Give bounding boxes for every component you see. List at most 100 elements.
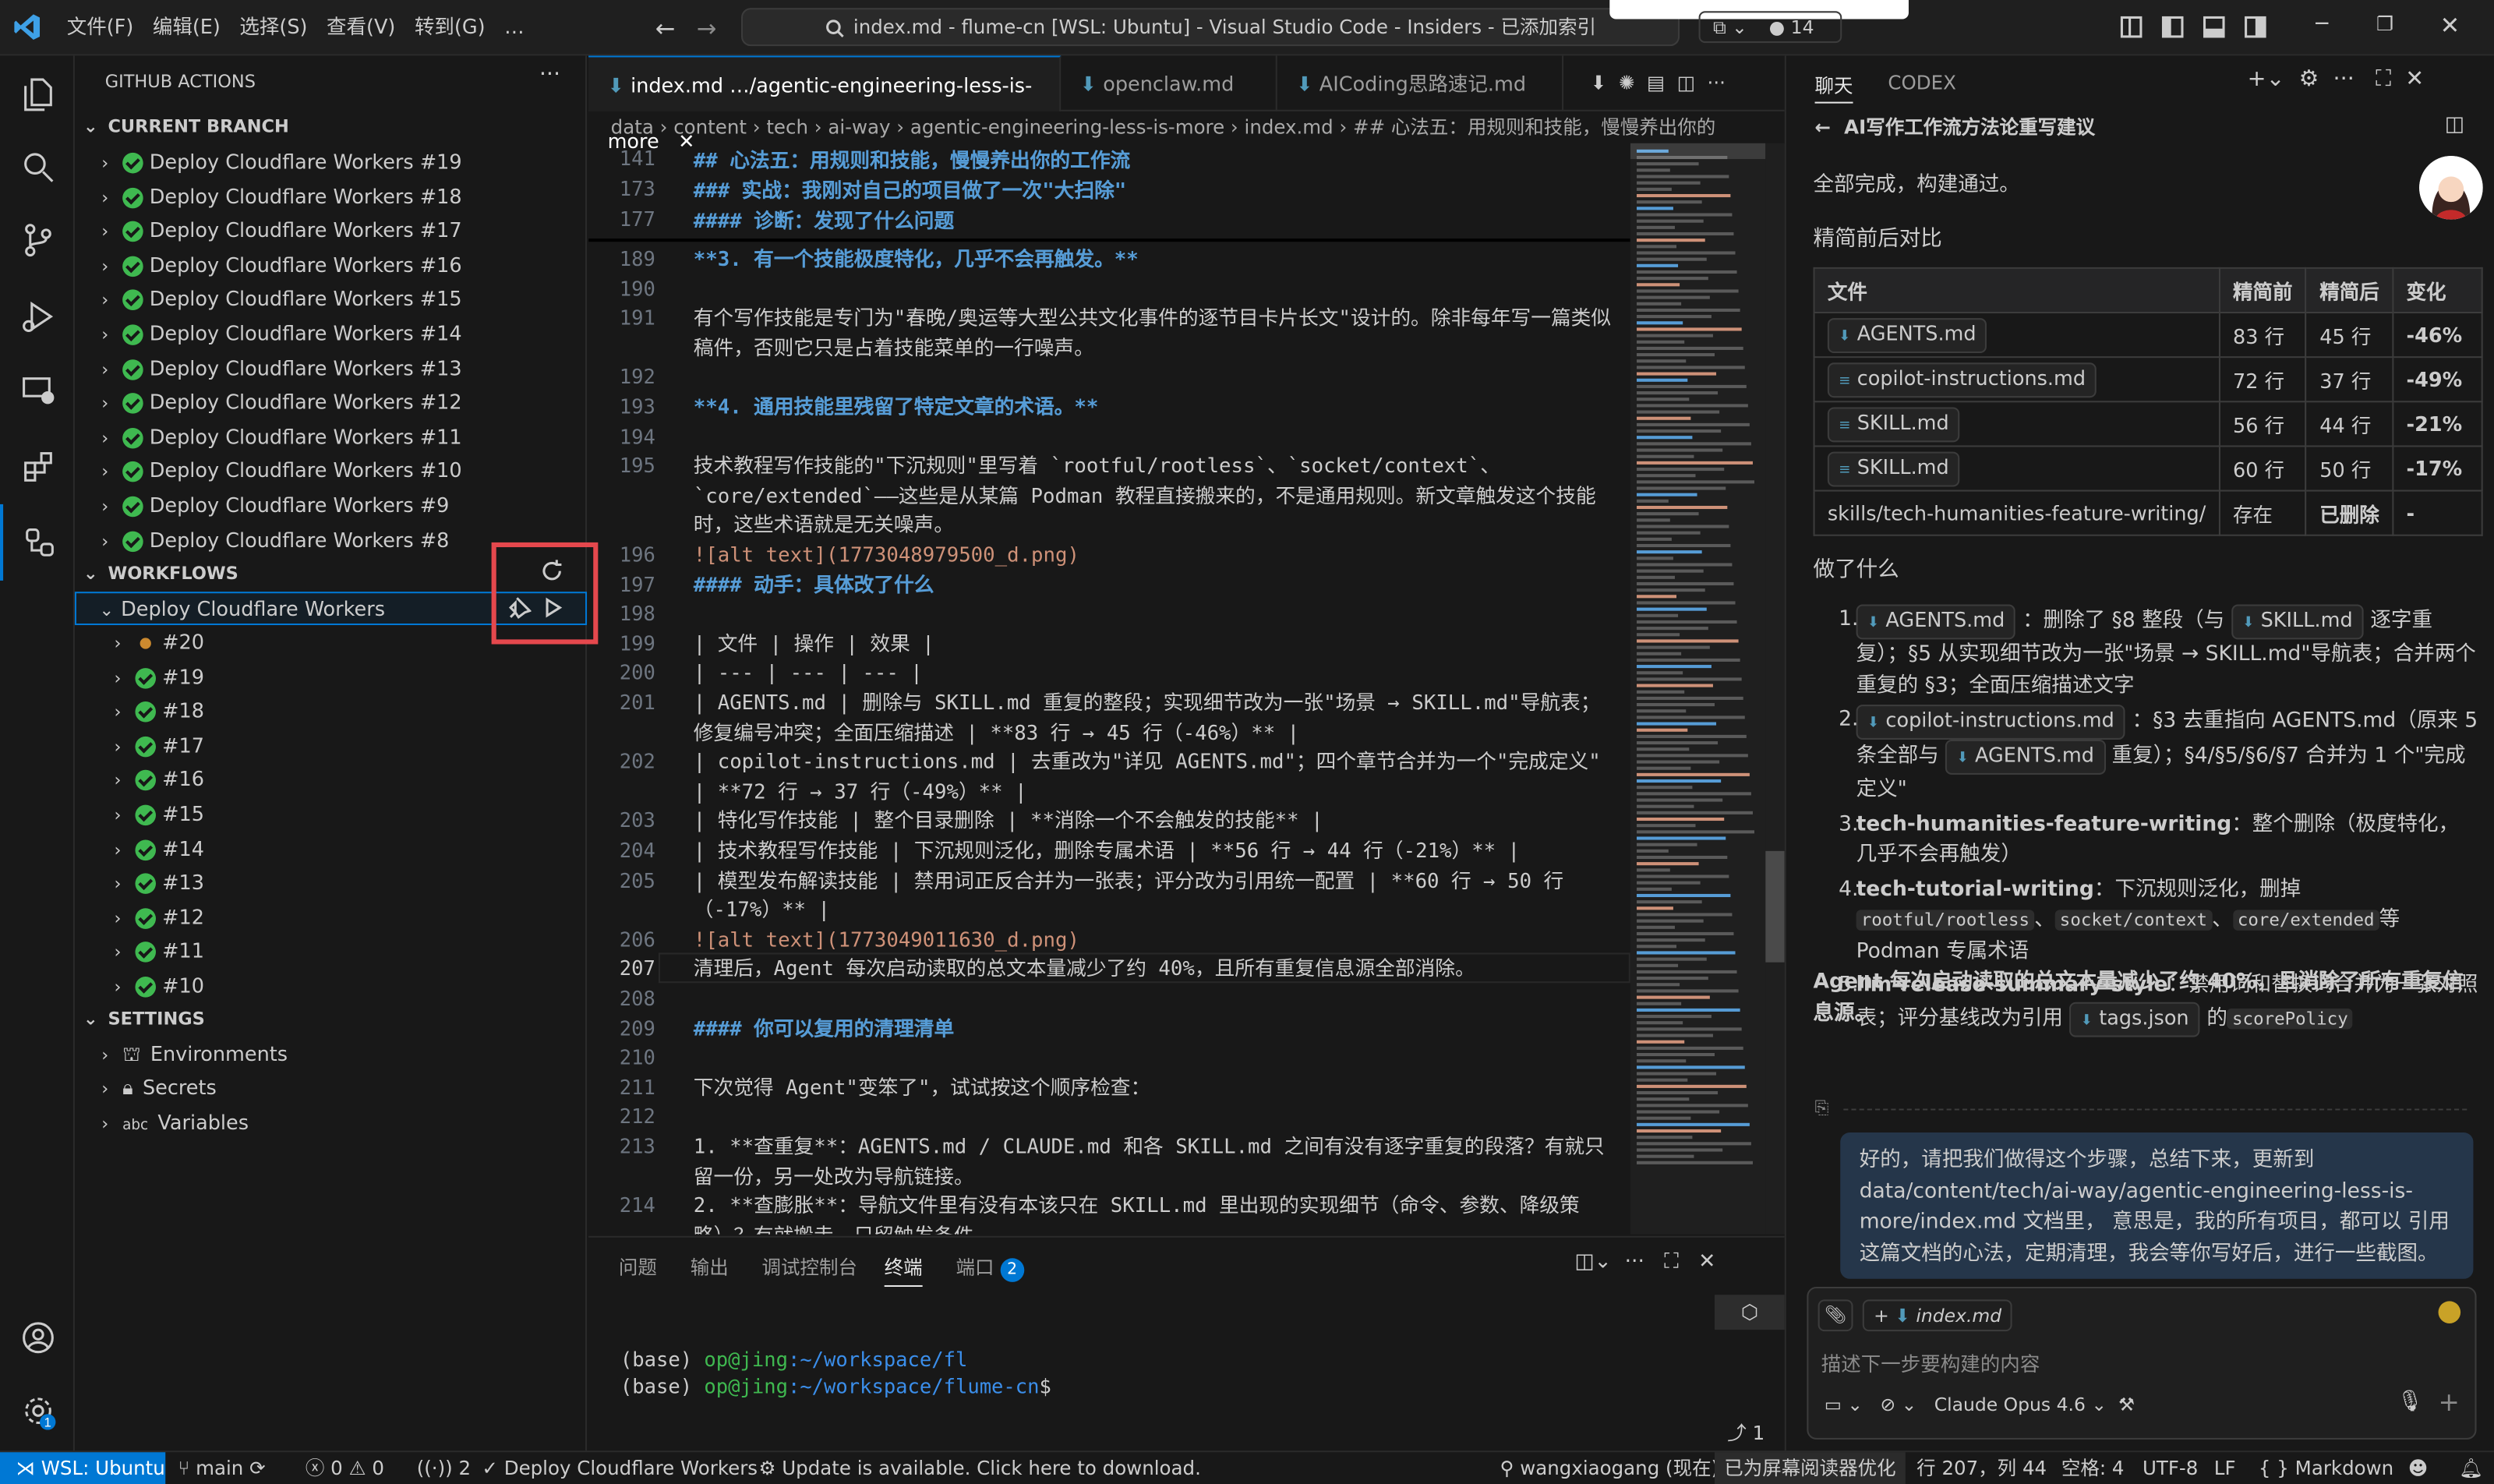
code-line[interactable]: #### 你可以复用的清理清单 (694, 1014, 1616, 1044)
editor-scrollbar[interactable] (1765, 143, 1785, 1235)
code-line[interactable]: **4. 通用技能里残留了特定文章的术语。** (694, 393, 1616, 422)
update-notice[interactable]: ⚙ Update is available. Click here to dow… (758, 1452, 1200, 1484)
menu-go[interactable]: 转到(G) (405, 0, 495, 54)
branch-run-item[interactable]: › Deploy Cloudflare Workers #17 (75, 214, 587, 248)
code-line[interactable]: ![alt text](1773048979500_d.png) (694, 541, 1616, 571)
menu-selection[interactable]: 选择(S) (230, 0, 317, 54)
run-debug-icon[interactable] (0, 278, 75, 355)
problems-indicator[interactable]: ⓧ 0 ⚠ 0 (306, 1452, 384, 1484)
branch-run-item[interactable]: › Deploy Cloudflare Workers #16 (75, 248, 587, 282)
breadcrumb[interactable]: data › content › tech › ai-way › agentic… (588, 111, 1785, 143)
sticky-heading[interactable]: ### 实战：我刚对自己的项目做了一次"大扫除" (694, 177, 1616, 207)
workflow-run-item[interactable]: › #12 (75, 900, 587, 935)
code-line[interactable]: | 模型发布解读技能 | 禁用词正反合并为一张表；评分改为引用统一配置 | **… (694, 866, 1616, 925)
minimize-button[interactable]: ─ (2316, 12, 2328, 37)
indentation[interactable]: 空格: 4 (2061, 1452, 2125, 1484)
preview-icon[interactable]: ⬇ (1591, 72, 1607, 94)
code-line[interactable]: 2. **查膨胀**：导航文件里有没有本该只在 SKILL.md 里出现的实现细… (694, 1192, 1616, 1235)
remote-explorer-icon[interactable] (0, 352, 75, 428)
file-chip[interactable]: ⬇ AGENTS.md (1856, 604, 2016, 640)
workflow-run-item[interactable]: › #19 (75, 659, 587, 694)
code-line[interactable]: ![alt text](1773049011630_d.png) (694, 925, 1616, 955)
tab-aicoding[interactable]: ⬇ AICoding思路速记.md (1277, 55, 1564, 111)
tab-openclaw[interactable]: ⬇ openclaw.md (1061, 55, 1277, 111)
tab-chat[interactable]: 聊天 (1814, 72, 1853, 104)
close-window-button[interactable]: ✕ (2440, 11, 2460, 40)
send-button[interactable]: + (2439, 1387, 2460, 1418)
menu-edit[interactable]: 编辑(E) (143, 0, 231, 54)
split-terminal-icon[interactable]: ◫⌄ (1574, 1250, 1611, 1274)
extensions-icon[interactable] (0, 428, 75, 504)
bookmark-icon[interactable]: ⎘ (1815, 1097, 1829, 1120)
branch-run-item[interactable]: › Deploy Cloudflare Workers #13 (75, 351, 587, 385)
agent-mode-icon[interactable]: ▭ ⌄ (1825, 1394, 1863, 1416)
sync-icon[interactable]: ⟳ (249, 1457, 266, 1479)
more-actions-icon[interactable]: ··· (539, 62, 560, 88)
sticky-heading[interactable]: ## 心法五：用规则和技能，慢慢养出你的工作流 (694, 147, 1616, 176)
openai-icon[interactable]: ✺ (1619, 72, 1635, 94)
thread-header[interactable]: ← AI写作工作流方法论重写建议 (1815, 113, 2096, 140)
menu-view[interactable]: 查看(V) (317, 0, 405, 54)
branch-run-item[interactable]: › Deploy Cloudflare Workers #11 (75, 419, 587, 454)
language-mode[interactable]: { } Markdown (2259, 1452, 2393, 1484)
menu-file[interactable]: 文件(F) (57, 0, 143, 54)
tab-ports[interactable]: 端口 2 (956, 1253, 1024, 1282)
sticky-heading[interactable]: #### 诊断：发现了什么问题 (694, 207, 1616, 236)
split-editor-icon[interactable]: ◫ (1677, 72, 1695, 94)
branch-run-item[interactable]: › Deploy Cloudflare Workers #14 (75, 316, 587, 351)
configure-tools-icon[interactable]: ⚒ (2118, 1394, 2135, 1416)
workflow-run-item[interactable]: › #20 (75, 625, 587, 659)
forward-arrow-icon[interactable]: → (697, 14, 717, 43)
notifications-bell-icon[interactable]: 🔔︎ (2459, 1452, 2483, 1484)
branch-run-item[interactable]: › Deploy Cloudflare Workers #15 (75, 282, 587, 316)
restore-button[interactable]: ❐ (2376, 12, 2393, 35)
section-settings[interactable]: ⌄ SETTINGS (75, 1002, 587, 1037)
code-editor[interactable]: 141 ## 心法五：用规则和技能，慢慢养出你的工作流 173 ### 实战：我刚对自… (588, 143, 1630, 1235)
close-chat-icon[interactable]: ✕ (2405, 67, 2424, 93)
open-preview-icon[interactable]: ▤ (1647, 72, 1665, 94)
workflow-run-item[interactable]: › #13 (75, 866, 587, 900)
tools-icon[interactable]: ⊘ ⌄ (1881, 1394, 1917, 1416)
attach-icon[interactable]: 📎︎ (1818, 1299, 1853, 1332)
back-arrow-icon[interactable]: ← (655, 14, 676, 43)
command-center[interactable]: index.md - flume-cn [WSL: Ubuntu] - Visu… (741, 8, 1680, 47)
settings-gear-icon[interactable]: ⚙ (2299, 67, 2319, 93)
cursor-position[interactable]: 行 207，列 44 (1916, 1452, 2047, 1484)
end-of-line[interactable]: LF (2214, 1452, 2236, 1484)
code-line[interactable]: | 特化写作技能 | 整个目录删除 | **消除一个不会触发的技能** | (694, 807, 1616, 836)
code-line[interactable]: #### 动手：具体改了什么 (694, 571, 1616, 600)
source-control-icon[interactable] (0, 202, 75, 278)
workflow-run-item[interactable]: › #10 (75, 969, 587, 1003)
tab-debug-console[interactable]: 调试控制台 (762, 1253, 857, 1281)
code-line[interactable]: **3. 有一个技能极度特化，几乎不会再触发。** (694, 245, 1616, 274)
settings-secrets[interactable]: › 🔒︎ Secrets (75, 1070, 587, 1104)
file-chip[interactable]: ⬇ AGENTS.md (1827, 317, 1987, 353)
refresh-icon[interactable] (539, 558, 565, 584)
code-line[interactable]: | 文件 | 操作 | 效果 | (694, 630, 1616, 659)
ports-indicator[interactable]: ((·)) 2 (417, 1452, 471, 1484)
section-current-branch[interactable]: ⌄ CURRENT BRANCH (75, 110, 587, 144)
branch-run-item[interactable]: › Deploy Cloudflare Workers #10 (75, 454, 587, 488)
workflow-run-item[interactable]: › #18 (75, 694, 587, 728)
live-share-user[interactable]: ⚲ wangxiaogang (现在) (1500, 1452, 1719, 1484)
scrollbar-thumb[interactable] (1765, 850, 1785, 963)
tab-index-md[interactable]: ⬇ index.md …/agentic-engineering-less-is… (588, 55, 1062, 153)
tab-terminal[interactable]: 终端 (884, 1253, 923, 1288)
context-chip[interactable]: + ⬇ index.md (1862, 1299, 2013, 1332)
more-actions-icon[interactable]: ··· (2333, 67, 2354, 93)
file-chip[interactable]: ≡ SKILL.md (1827, 406, 1961, 442)
pin-icon[interactable] (509, 596, 532, 619)
more-actions-icon[interactable]: ··· (1625, 1250, 1644, 1274)
chat-input[interactable]: 描述下一步要构建的内容 (1821, 1348, 2040, 1378)
file-chip[interactable]: ⬇ AGENTS.md (1945, 739, 2106, 775)
code-line[interactable]: | AGENTS.md | 删除与 SKILL.md 重复的整段；实现细节改为一… (694, 689, 1616, 748)
code-line[interactable]: 技术教程写作技能的"下沉规则"里写着 `rootful/rootless`、`s… (694, 452, 1616, 540)
terminal-count[interactable]: ⤴ 1 (1727, 1419, 1765, 1446)
encoding[interactable]: UTF-8 (2143, 1452, 2198, 1484)
file-chip[interactable]: ⬇ SKILL.md (2231, 604, 2364, 640)
tab-problems[interactable]: 问题 (619, 1253, 657, 1281)
github-actions-icon[interactable] (0, 504, 75, 581)
new-chat-icon[interactable]: +⌄ (2248, 67, 2285, 93)
branch-run-item[interactable]: › Deploy Cloudflare Workers #18 (75, 179, 587, 214)
workflow-run-item[interactable]: › #15 (75, 797, 587, 831)
